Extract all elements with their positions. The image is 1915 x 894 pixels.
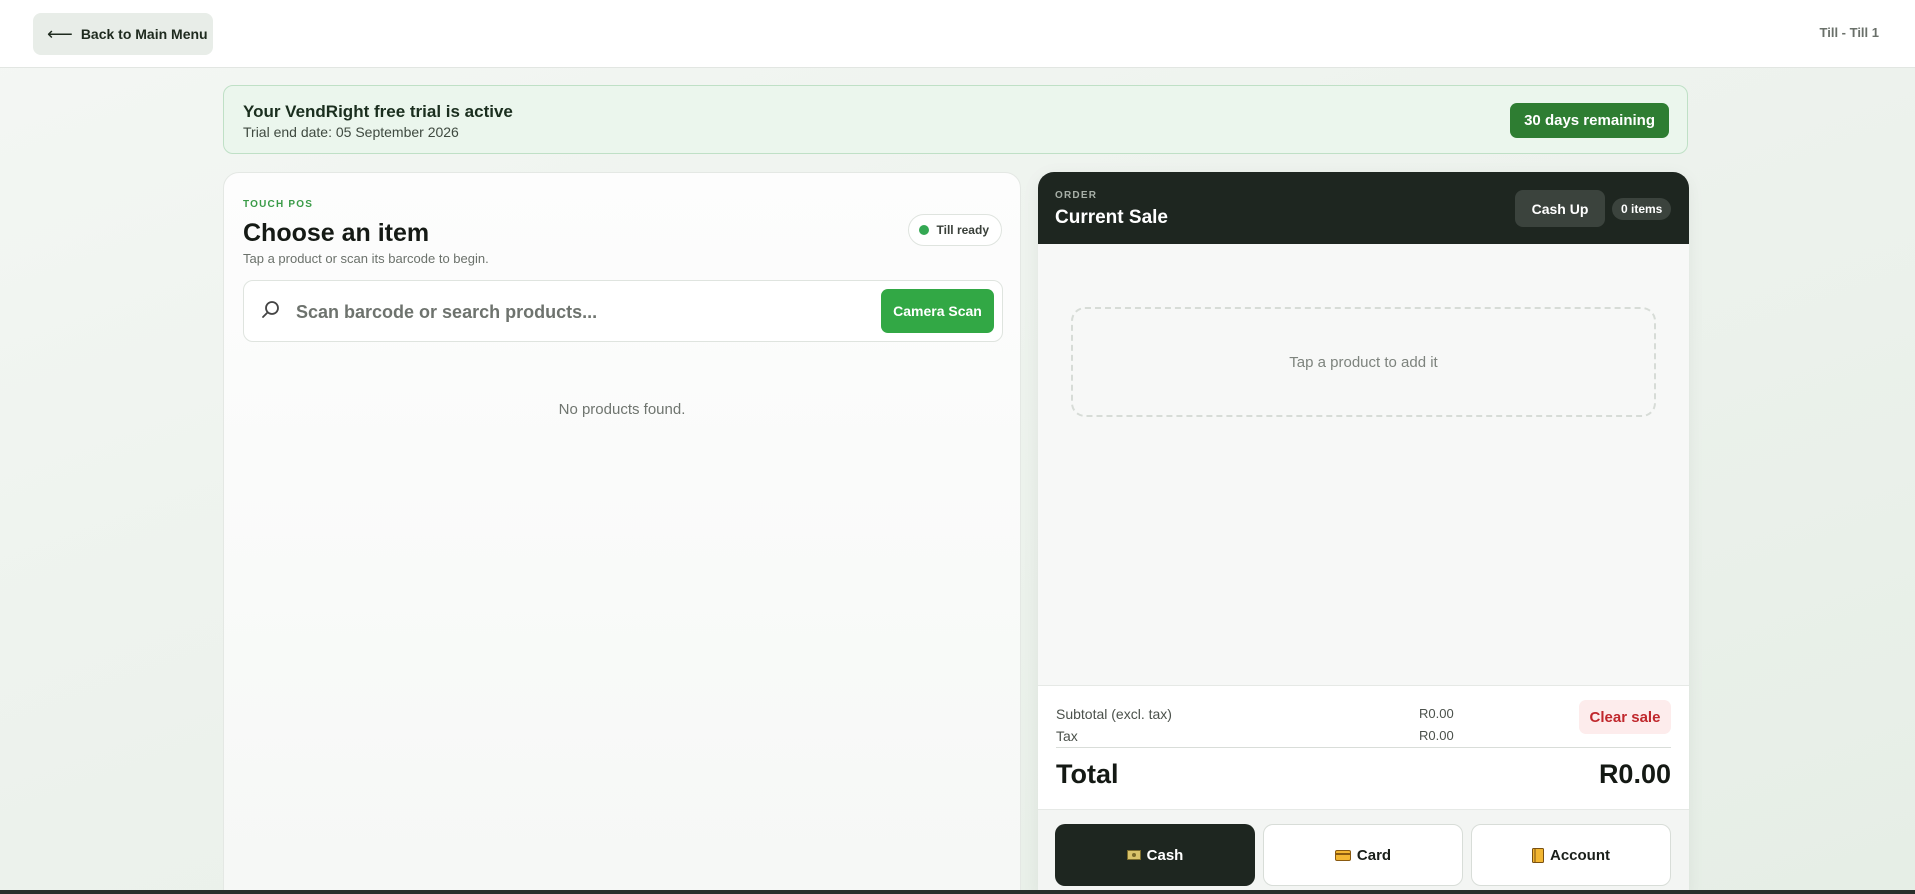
pay-card-button[interactable]: Card (1263, 824, 1463, 886)
trial-banner: Your VendRight free trial is active Tria… (223, 85, 1688, 154)
items-count-badge: 0 items (1612, 198, 1672, 220)
credit-card-icon (1334, 849, 1351, 861)
order-panel: ORDER Current Sale Cash Up 0 items Tap a… (1038, 172, 1689, 894)
subtotal-label: Subtotal (excl. tax) (1056, 706, 1172, 722)
cash-up-button[interactable]: Cash Up (1515, 190, 1605, 227)
empty-products-message: No products found. (558, 401, 686, 418)
page-subtitle: Tap a product or scan its barcode to beg… (243, 251, 489, 266)
order-title: Current Sale (1055, 207, 1168, 228)
back-button-label: Back to Main Menu (80, 26, 208, 42)
payment-options: Cash Card Account (1038, 809, 1689, 894)
page-title: Choose an item (243, 219, 430, 247)
trial-title: Your VendRight free trial is active (243, 102, 513, 121)
taskbar-strip (0, 890, 1915, 894)
pay-account-button[interactable]: Account (1471, 824, 1671, 886)
cash-icon (1126, 850, 1141, 860)
tax-value: R0.00 (1419, 728, 1454, 743)
till-label: Till - Till 1 (1819, 25, 1879, 40)
search-input[interactable] (296, 293, 856, 331)
empty-cart-text: Tap a product to add it (1289, 353, 1438, 371)
back-to-main-menu-button[interactable]: ⟵ Back to Main Menu (33, 13, 213, 55)
pay-account-label: Account (1550, 846, 1610, 864)
total-label: Total (1056, 759, 1119, 789)
order-summary: Subtotal (excl. tax) R0.00 Tax R0.00 Cle… (1038, 685, 1689, 809)
empty-cart-placeholder: Tap a product to add it (1071, 307, 1656, 417)
summary-divider (1056, 747, 1671, 748)
till-status-badge: Till ready (907, 214, 1002, 246)
pay-card-label: Card (1356, 846, 1392, 864)
product-panel: TOUCH POS Choose an item Tap a product o… (223, 172, 1021, 894)
search-icon (262, 301, 279, 318)
days-remaining-badge: 30 days remaining (1510, 103, 1669, 138)
panel-eyebrow: TOUCH POS (243, 199, 314, 210)
tax-label: Tax (1056, 728, 1078, 744)
status-dot-icon (918, 225, 929, 235)
subtotal-value: R0.00 (1419, 706, 1454, 721)
ledger-icon (1532, 847, 1544, 863)
order-eyebrow: ORDER (1055, 190, 1098, 201)
top-bar: ⟵ Back to Main Menu Till - Till 1 (0, 0, 1915, 68)
pay-cash-label: Cash (1146, 846, 1184, 864)
camera-scan-button[interactable]: Camera Scan (881, 289, 994, 333)
order-header: ORDER Current Sale Cash Up 0 items (1038, 172, 1689, 244)
pay-cash-button[interactable]: Cash (1055, 824, 1255, 886)
search-bar: Camera Scan (243, 280, 1003, 342)
total-value: R0.00 (1598, 759, 1671, 789)
clear-sale-button[interactable]: Clear sale (1579, 700, 1671, 734)
trial-end-date: Trial end date: 05 September 2026 (243, 124, 459, 140)
arrow-left-icon: ⟵ (47, 23, 73, 44)
till-status-label: Till ready (936, 223, 989, 237)
